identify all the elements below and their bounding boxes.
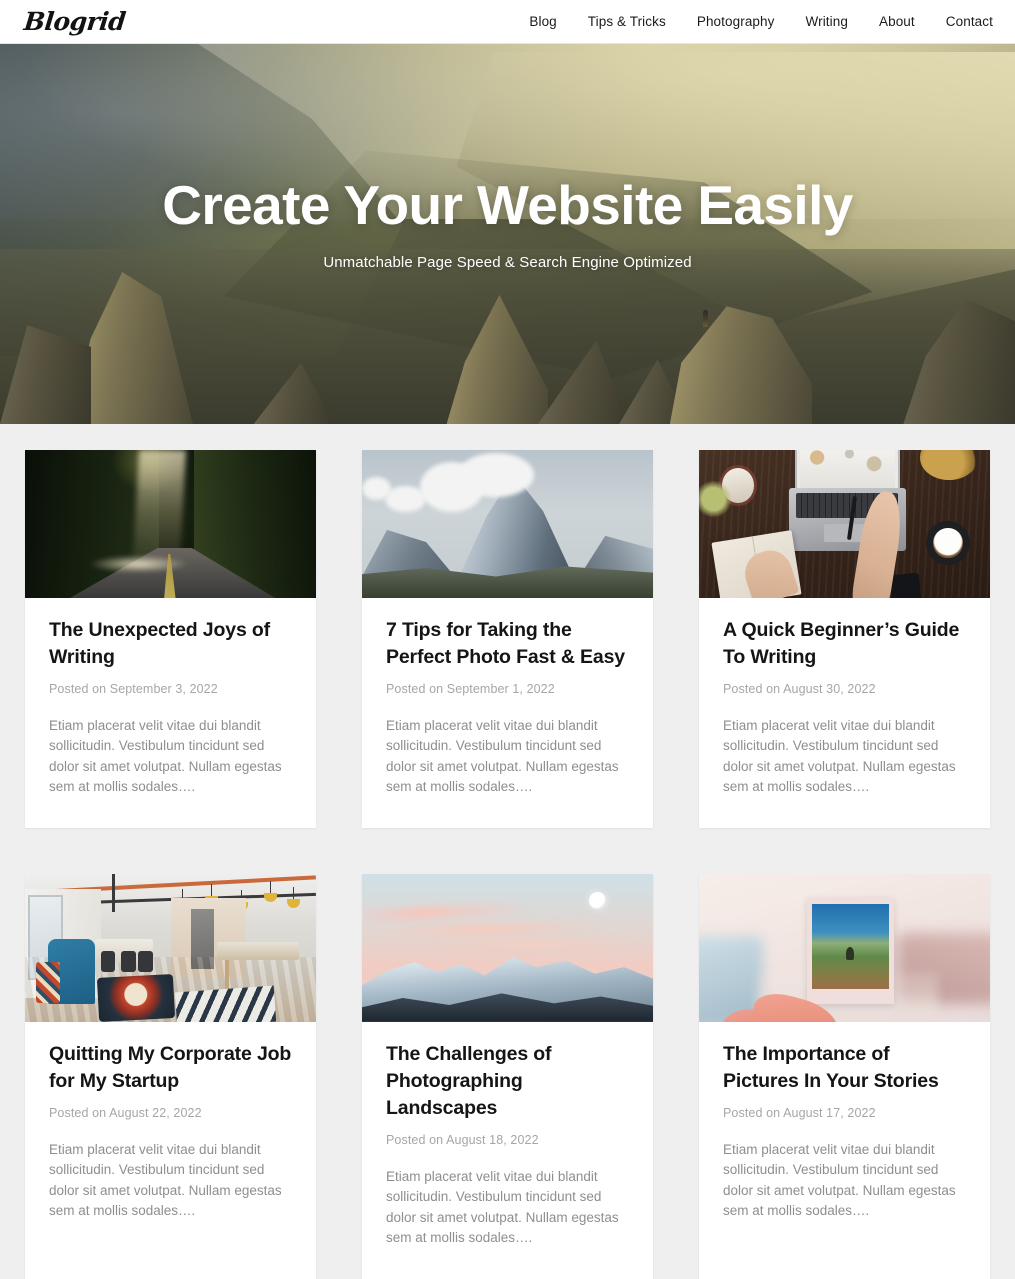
post-title[interactable]: Quitting My Corporate Job for My Startup (49, 1041, 292, 1095)
post-title[interactable]: 7 Tips for Taking the Perfect Photo Fast… (386, 617, 629, 671)
nav-item-tips-tricks[interactable]: Tips & Tricks (588, 14, 666, 29)
post-excerpt: Etiam placerat velit vitae dui blandit s… (723, 1141, 956, 1219)
nav-item-blog[interactable]: Blog (529, 14, 556, 29)
post-date: Posted on August 17, 2022 (723, 1105, 876, 1120)
post-date: Posted on August 22, 2022 (49, 1105, 202, 1120)
post-thumbnail[interactable] (362, 873, 653, 1022)
post-title[interactable]: The Challenges of Photographing Landscap… (386, 1041, 629, 1122)
post-excerpt: Etiam placerat velit vitae dui blandit s… (49, 1141, 282, 1219)
post-title[interactable]: A Quick Beginner’s Guide To Writing (723, 617, 966, 671)
post-excerpt: Etiam placerat velit vitae dui blandit s… (49, 717, 282, 795)
hero-banner: Create Your Website Easily Unmatchable P… (0, 44, 1015, 424)
post-thumbnail[interactable] (699, 450, 990, 598)
post-card[interactable]: The Challenges of Photographing Landscap… (362, 873, 653, 1279)
moon-icon (589, 891, 607, 909)
post-date: Posted on August 18, 2022 (386, 1132, 539, 1147)
post-excerpt: Etiam placerat velit vitae dui blandit s… (723, 717, 956, 795)
hero-subtitle: Unmatchable Page Speed & Search Engine O… (323, 254, 692, 272)
post-card[interactable]: The Importance of Pictures In Your Stori… (699, 873, 990, 1279)
post-card[interactable]: Quitting My Corporate Job for My Startup… (25, 873, 316, 1279)
nav-item-contact[interactable]: Contact (946, 14, 993, 29)
hiker-silhouette (703, 310, 709, 328)
post-excerpt: Etiam placerat velit vitae dui blandit s… (386, 717, 619, 795)
post-title[interactable]: The Unexpected Joys of Writing (49, 617, 292, 671)
post-thumbnail[interactable] (25, 873, 316, 1022)
site-logo[interactable]: Blogrid (22, 7, 126, 36)
post-title[interactable]: The Importance of Pictures In Your Stori… (723, 1041, 966, 1095)
post-date: Posted on September 3, 2022 (49, 681, 218, 696)
post-thumbnail[interactable] (25, 450, 316, 598)
post-card[interactable]: The Unexpected Joys of Writing Posted on… (25, 450, 316, 828)
nav-item-photography[interactable]: Photography (697, 14, 775, 29)
post-card[interactable]: 7 Tips for Taking the Perfect Photo Fast… (362, 450, 653, 828)
post-date: Posted on August 30, 2022 (723, 681, 876, 696)
site-header: Blogrid Blog Tips & Tricks Photography W… (0, 0, 1015, 44)
primary-navigation: Blog Tips & Tricks Photography Writing A… (529, 14, 993, 29)
post-thumbnail[interactable] (699, 873, 990, 1022)
post-card[interactable]: A Quick Beginner’s Guide To Writing Post… (699, 450, 990, 828)
post-excerpt: Etiam placerat velit vitae dui blandit s… (386, 1168, 619, 1246)
post-grid: The Unexpected Joys of Writing Posted on… (0, 424, 1015, 1279)
nav-item-about[interactable]: About (879, 14, 915, 29)
hero-title: Create Your Website Easily (162, 173, 853, 236)
post-thumbnail[interactable] (362, 450, 653, 598)
nav-item-writing[interactable]: Writing (806, 14, 848, 29)
post-date: Posted on September 1, 2022 (386, 681, 555, 696)
